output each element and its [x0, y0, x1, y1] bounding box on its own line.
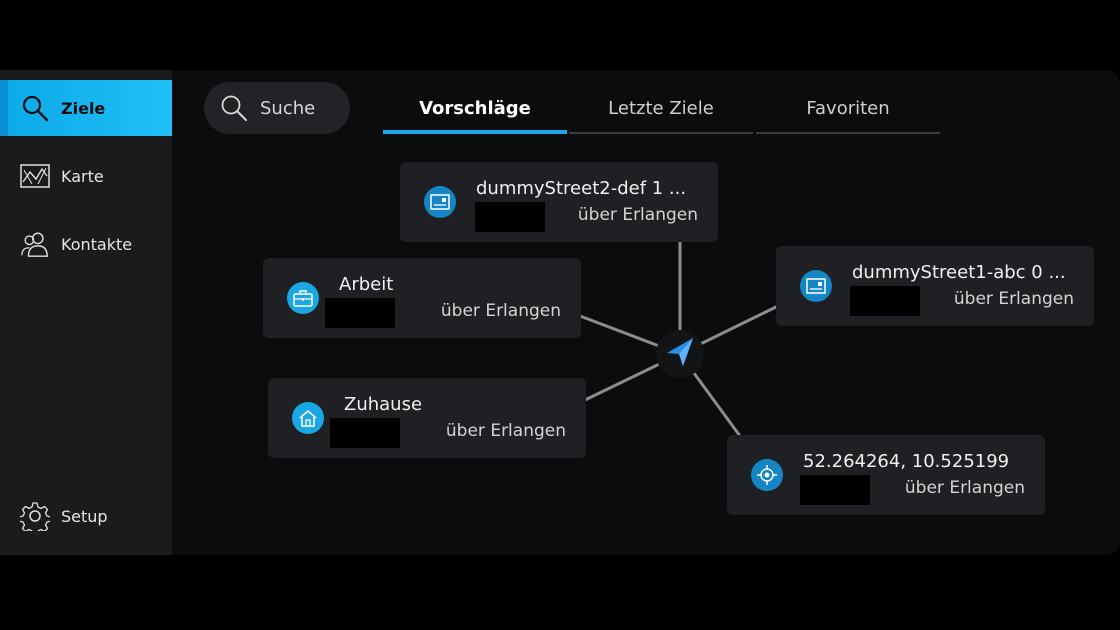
sidebar-item-label: Karte [61, 166, 104, 186]
redacted-block [475, 202, 545, 232]
destination-card-coords[interactable]: 52.264264, 10.525199 über Erlangen [727, 435, 1045, 515]
gear-icon [20, 501, 50, 531]
tab-favoriten[interactable]: Favoriten [756, 90, 940, 134]
sidebar-item-setup[interactable]: Setup [0, 488, 172, 544]
map-icon [20, 161, 50, 191]
destination-card-street1[interactable]: dummyStreet1-abc 0 ... über Erlangen [776, 246, 1094, 326]
redacted-block [800, 475, 870, 505]
crosshair-icon [751, 459, 783, 491]
address-card-icon [424, 186, 456, 218]
redacted-block [330, 418, 400, 448]
contacts-icon [20, 229, 50, 259]
navigation-arrow-icon [663, 335, 697, 373]
search-icon [220, 94, 248, 122]
destination-card-street2[interactable]: dummyStreet2-def 1 ... über Erlangen [400, 162, 718, 242]
redacted-block [850, 286, 920, 316]
search-label: Suche [260, 97, 316, 119]
destination-subtitle: über Erlangen [953, 289, 1074, 309]
destination-card-work[interactable]: Arbeit über Erlangen [263, 258, 581, 338]
sidebar-item-label: Ziele [61, 98, 106, 118]
search-icon [20, 93, 50, 123]
destination-title: dummyStreet1-abc 0 ... [852, 262, 1066, 283]
destination-subtitle: über Erlangen [440, 301, 561, 321]
sidebar-item-label: Setup [61, 506, 108, 526]
destination-title: dummyStreet2-def 1 ... [476, 178, 687, 199]
sidebar: Ziele Karte Kontakte Setup [0, 70, 172, 555]
tab-bar: Vorschläge Letzte Ziele Favoriten [383, 90, 940, 134]
home-icon [292, 402, 324, 434]
tab-vorschlaege[interactable]: Vorschläge [383, 90, 567, 134]
sidebar-item-kontakte[interactable]: Kontakte [0, 216, 172, 272]
sidebar-item-label: Kontakte [61, 234, 133, 254]
destination-title: Zuhause [344, 394, 423, 415]
briefcase-icon [287, 282, 319, 314]
tab-letzte-ziele[interactable]: Letzte Ziele [569, 90, 753, 134]
redacted-block [325, 298, 395, 328]
destination-title: Arbeit [339, 274, 394, 295]
destination-subtitle: über Erlangen [904, 478, 1025, 498]
navigation-screen: Ziele Karte Kontakte Setup Suche Vorschl… [0, 70, 1120, 555]
destination-title: 52.264264, 10.525199 [803, 451, 1010, 472]
destination-subtitle: über Erlangen [577, 205, 698, 225]
destination-card-home[interactable]: Zuhause über Erlangen [268, 378, 586, 458]
sidebar-item-karte[interactable]: Karte [0, 148, 172, 204]
destination-subtitle: über Erlangen [445, 421, 566, 441]
current-position-marker [656, 330, 704, 378]
address-card-icon [800, 270, 832, 302]
sidebar-item-ziele[interactable]: Ziele [0, 80, 172, 136]
search-button[interactable]: Suche [204, 82, 350, 134]
